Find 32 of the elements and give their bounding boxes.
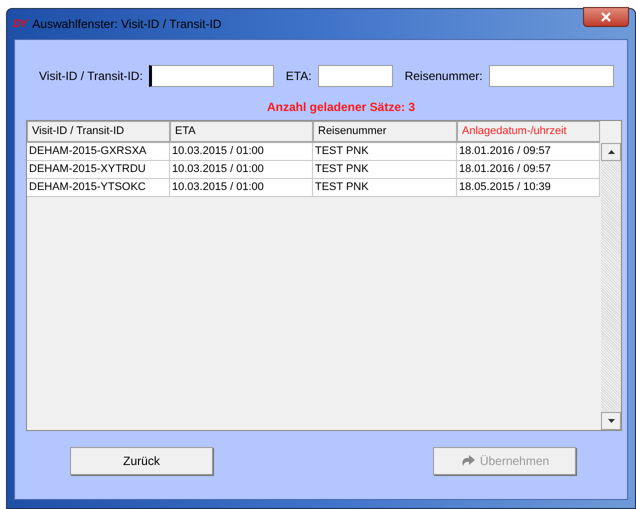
app-logo: DY xyxy=(13,16,26,32)
table-cell: 10.03.2015 / 01:00 xyxy=(170,143,313,161)
table-cell: DEHAM-2015-YTSOKC xyxy=(27,179,170,197)
table-cell: 18.01.2016 / 09:57 xyxy=(457,161,600,179)
table-cell: 10.03.2015 / 01:00 xyxy=(170,161,313,179)
column-header[interactable]: Reisenummer xyxy=(313,121,457,143)
column-header[interactable]: ETA xyxy=(170,121,313,143)
down-arrow-icon xyxy=(608,419,614,423)
table-cell: 10.03.2015 / 01:00 xyxy=(170,179,313,197)
redo-arrow-icon xyxy=(460,454,476,468)
scroll-down-button[interactable] xyxy=(601,412,621,430)
table-cell: 18.01.2016 / 09:57 xyxy=(457,143,600,161)
field-label: ETA: xyxy=(286,68,312,85)
window-title: Auswahlfenster: Visit-ID / Transit-ID xyxy=(32,16,222,33)
close-button[interactable] xyxy=(583,7,629,27)
text-field[interactable] xyxy=(318,65,393,87)
table-cell: 18.05.2015 / 10:39 xyxy=(457,179,600,197)
table-cell: DEHAM-2015-XYTRDU xyxy=(27,161,170,179)
table-cell: TEST PNK xyxy=(313,179,457,197)
table-cell: TEST PNK xyxy=(313,161,457,179)
up-arrow-icon xyxy=(608,150,614,154)
text-field[interactable] xyxy=(148,65,274,87)
text-field[interactable] xyxy=(488,65,614,87)
scroll-up-button[interactable] xyxy=(601,143,621,161)
table-cell: DEHAM-2015-GXRSXA xyxy=(27,143,170,161)
close-icon xyxy=(600,12,612,22)
back-button[interactable]: Zurück xyxy=(70,447,213,475)
table-cell: TEST PNK xyxy=(313,143,457,161)
field-label: Reisenummer: xyxy=(404,68,483,85)
record-count: Anzahl geladener Sätze: 3 xyxy=(266,99,416,116)
column-header[interactable]: Visit-ID / Transit-ID xyxy=(27,121,170,143)
field-label: Visit-ID / Transit-ID: xyxy=(39,68,143,85)
